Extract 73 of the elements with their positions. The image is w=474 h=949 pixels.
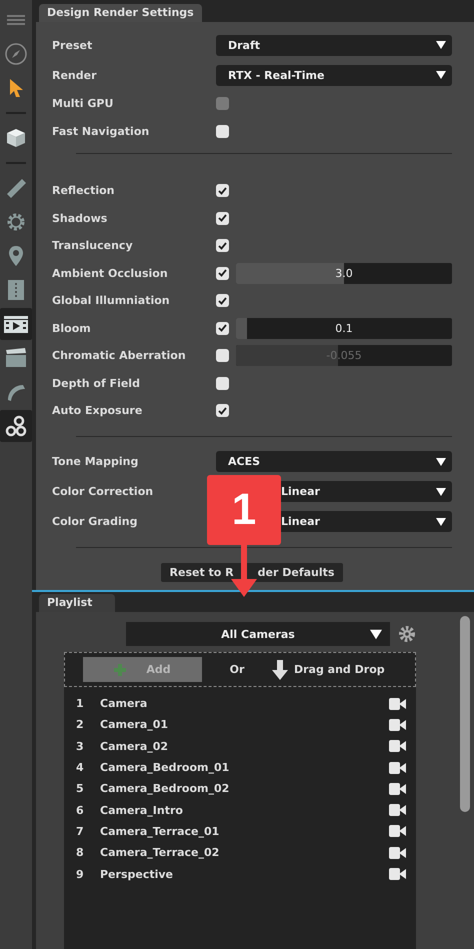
camera-icon[interactable]	[389, 846, 406, 859]
checkbox[interactable]	[216, 294, 229, 308]
setting-label: Reflection	[52, 184, 116, 198]
camera-row[interactable]: 1 Camera	[64, 693, 416, 714]
plus-icon	[114, 664, 126, 676]
setting-label: Shadows	[52, 212, 108, 225]
camera-row[interactable]: 7 Camera_Terrace_01	[64, 820, 416, 842]
checkbox[interactable]	[216, 212, 229, 225]
dropdown-arrow-icon	[436, 518, 446, 526]
dropdown[interactable]: RTX - Real-Time	[216, 64, 452, 86]
dropdown[interactable]: Linear	[279, 511, 452, 532]
setting-label: Translucency	[52, 239, 134, 252]
or-text: Or	[228, 663, 246, 676]
camera-filter-dropdown[interactable]: All Cameras	[126, 622, 390, 646]
setting-label: Multi GPU	[52, 97, 114, 110]
camera-icon[interactable]	[389, 740, 406, 752]
setting-label: Bloom	[52, 322, 92, 335]
setting-label: Ambient Occlusion	[52, 266, 169, 280]
slider-value: -0.055	[326, 349, 362, 362]
camera-icon[interactable]	[389, 868, 406, 880]
camera-row[interactable]: 6 Camera_Intro	[64, 799, 416, 821]
dropdown-arrow-icon	[436, 488, 446, 496]
setting-label: Color Grading	[52, 515, 138, 528]
slider-value: 0.1	[335, 322, 353, 335]
camera-row[interactable]: 5 Camera_Bedroom_02	[64, 778, 416, 800]
slider[interactable]: 0.1	[236, 318, 452, 339]
camera-icon[interactable]	[389, 825, 406, 838]
checkbox[interactable]	[216, 124, 229, 138]
film-icon[interactable]	[0, 308, 32, 340]
slider-value: 3.0	[335, 266, 353, 280]
checkbox[interactable]	[216, 322, 229, 335]
reset-button[interactable]: Reset to R der Defaults	[161, 562, 343, 582]
dropdown[interactable]: ACES	[216, 451, 452, 472]
setting-label: Tone Mapping	[52, 455, 140, 468]
dropdown-arrow-icon	[436, 71, 446, 79]
camera-row[interactable]: 2 Camera_01	[64, 714, 416, 736]
setting-label: Chromatic Aberration	[52, 349, 187, 362]
dropdown-arrow-icon	[436, 41, 446, 49]
camera-icon[interactable]	[389, 782, 406, 795]
drop-hint: Drag and Drop	[294, 663, 385, 676]
setting-label: Depth of Field	[52, 376, 141, 390]
panel-tab[interactable]: Design Render Settings	[39, 4, 202, 22]
camera-row[interactable]: 8 Camera_Terrace_02	[64, 842, 416, 864]
camera-icon[interactable]	[389, 718, 406, 731]
camera-icon[interactable]	[389, 698, 406, 710]
checkbox[interactable]	[216, 239, 229, 252]
setting-label: Auto Exposure	[52, 404, 144, 418]
slider[interactable]: 3.0	[236, 262, 452, 284]
setting-label: Global Illumniation	[52, 294, 171, 308]
scrollbar-thumb[interactable]	[460, 616, 470, 812]
panel-tab[interactable]: Playlist	[39, 594, 115, 612]
checkbox[interactable]	[216, 349, 229, 362]
down-arrow-icon	[272, 660, 288, 680]
checkbox[interactable]	[216, 266, 229, 280]
camera-icon[interactable]	[389, 804, 406, 816]
setting-label: Render	[52, 68, 98, 82]
camera-row[interactable]: 4 Camera_Bedroom_01	[64, 756, 416, 778]
checkbox[interactable]	[216, 376, 229, 390]
dropdown-arrow-icon	[436, 458, 446, 466]
checkbox[interactable]	[216, 184, 229, 198]
camera-row[interactable]: 3 Camera_02	[64, 736, 416, 757]
camera-row[interactable]: 9 Perspective	[64, 863, 416, 885]
camera-icon[interactable]	[389, 762, 406, 774]
callout-badge: 1	[207, 475, 281, 545]
setting-label: Color Correction	[52, 485, 154, 498]
gears-icon[interactable]	[0, 410, 32, 442]
dropdown[interactable]: Linear	[279, 481, 452, 502]
dropdown[interactable]: Draft	[216, 34, 452, 56]
checkbox[interactable]	[216, 404, 229, 418]
settings-icon[interactable]	[398, 625, 416, 643]
setting-label: Preset	[52, 38, 94, 52]
dropdown-arrow-icon	[370, 628, 382, 640]
setting-label: Fast Navigation	[52, 124, 150, 138]
